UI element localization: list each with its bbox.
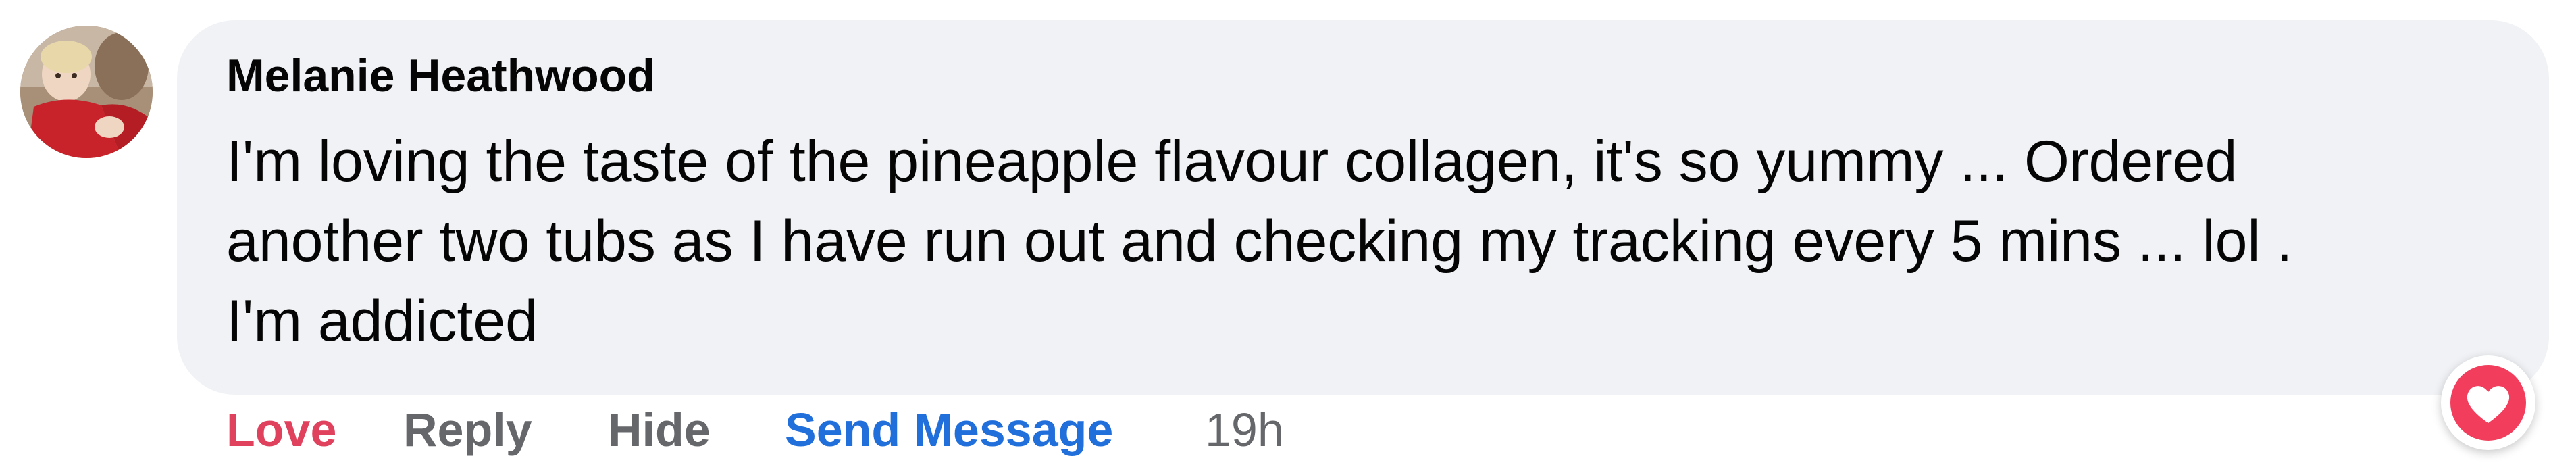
- avatar[interactable]: [20, 26, 153, 158]
- comment-author[interactable]: Melanie Heathwood: [226, 53, 655, 99]
- hide-button[interactable]: Hide: [608, 403, 711, 457]
- comment: Melanie Heathwood I'm loving the taste o…: [0, 0, 2576, 469]
- comment-actions: Love Reply Hide Send Message 19h: [0, 403, 2026, 457]
- comment-text: I'm loving the taste of the pineapple fl…: [226, 129, 2293, 353]
- reaction-badge[interactable]: [2441, 355, 2535, 450]
- reply-button[interactable]: Reply: [403, 403, 532, 457]
- avatar-photo: [20, 26, 153, 158]
- love-button[interactable]: Love: [226, 403, 336, 457]
- comment-timestamp[interactable]: 19h: [1205, 403, 1284, 457]
- send-message-button[interactable]: Send Message: [785, 403, 1113, 457]
- heart-reaction-icon: [2450, 365, 2526, 441]
